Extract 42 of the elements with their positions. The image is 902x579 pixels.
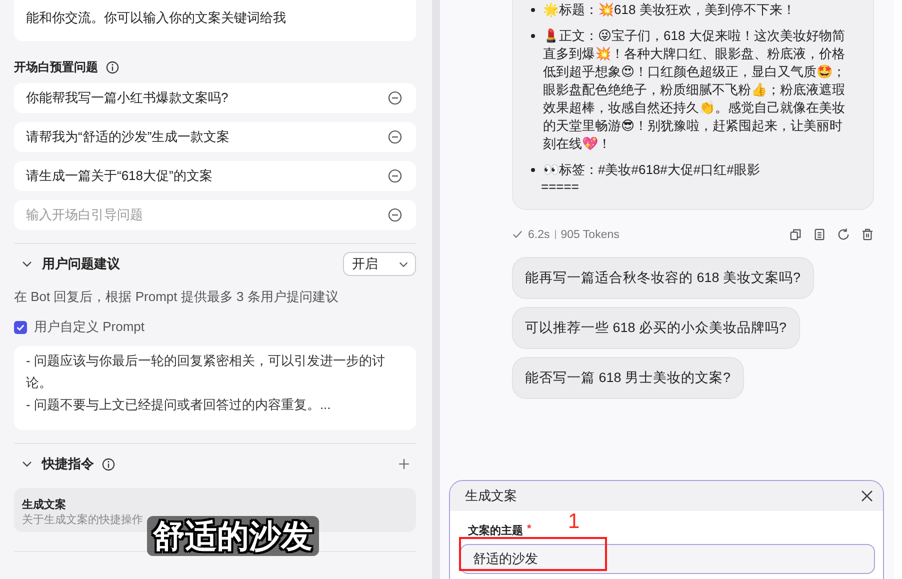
copy-icon[interactable]: [789, 228, 802, 241]
duration-text: 6.2s: [528, 228, 550, 240]
section-title: 开场白预置问题: [14, 59, 98, 76]
preset-question[interactable]: 请生成一篇关于“618大促”的文案: [14, 161, 416, 191]
refresh-icon[interactable]: [837, 228, 850, 241]
remove-icon[interactable]: [388, 130, 402, 144]
preset-question[interactable]: 请帮我为“舒适的沙发”生成一款文案: [14, 122, 416, 152]
message-text: =====: [541, 179, 580, 195]
check-icon: [512, 229, 523, 240]
info-icon[interactable]: [102, 458, 115, 470]
preset-question[interactable]: 你能帮我写一篇小红书爆款文案吗?: [14, 83, 416, 113]
checkbox[interactable]: [14, 320, 27, 334]
checkbox-label: 用户自定义 Prompt: [34, 318, 145, 336]
required-mark: *: [527, 523, 532, 537]
suggested-question[interactable]: 能否写一篇 618 男士美妆的文案?: [512, 357, 744, 399]
remove-icon[interactable]: [388, 169, 402, 183]
close-icon[interactable]: [861, 490, 873, 502]
annotation-number: 1: [568, 512, 580, 532]
token-count: 905 Tokens: [560, 228, 620, 240]
field-label: 文案的主题: [468, 523, 523, 538]
message-text: 👀标签：#美妆#618#大促#口红#眼影: [543, 161, 760, 179]
remove-icon[interactable]: [388, 208, 402, 222]
prompt-field[interactable]: - 问题应该与你最后一轮的回复紧密相关，可以引发进一步的讨论。 - 问题不要与上文已经提问或者回答过的内容重复。...: [14, 346, 416, 430]
opening-text-field[interactable]: 能和你交流。你可以输入你的文案关键词给我: [14, 0, 416, 41]
section-title: 快捷指令: [42, 455, 94, 473]
remove-icon[interactable]: [388, 91, 402, 105]
video-subtitle: 舒适的沙发: [147, 516, 319, 556]
shortcut-name: 生成文案: [22, 497, 67, 512]
form-title: 生成文案: [465, 487, 517, 505]
add-icon[interactable]: [398, 458, 410, 470]
suggested-question[interactable]: 能再写一篇适合秋冬妆容的 618 美妆文案吗?: [512, 257, 814, 299]
trash-icon[interactable]: [861, 228, 874, 241]
shortcut-description: 关于生成文案的快捷操作: [22, 512, 144, 527]
info-icon[interactable]: [106, 61, 119, 74]
document-icon[interactable]: [813, 228, 826, 241]
suggested-question[interactable]: 可以推荐一些 618 必买的小众美妆品牌吗?: [512, 307, 800, 349]
description-text: 在 Bot 回复后，根据 Prompt 提供最多 3 条用户提问建议: [14, 288, 340, 306]
toggle-dropdown[interactable]: 开启: [343, 252, 416, 276]
message-text: 💄正文：😜宝子们，618 大促来啦！这次美妆好物简直多到爆💥！各种大牌口红、眼影盘、粉底液，价格低到超乎想象😍！口红颜色超级正，显白又气质🤩；眼影盘配色绝绝子，粉质细腻不飞粉👍；粉底液遮瑕效果超棒，妆感自然还持久👏。感觉自己就像在美妆的天堂里畅游😎！别犹豫啦，赶紧囤起来，让美丽时刻在线💖！: [543, 27, 847, 153]
message-text: 🌟标题：💥618 美妆狂欢，美到停不下来！: [543, 1, 796, 19]
section-title: 用户问题建议: [42, 255, 120, 273]
topic-input-field[interactable]: 舒适的沙发: [460, 544, 875, 574]
